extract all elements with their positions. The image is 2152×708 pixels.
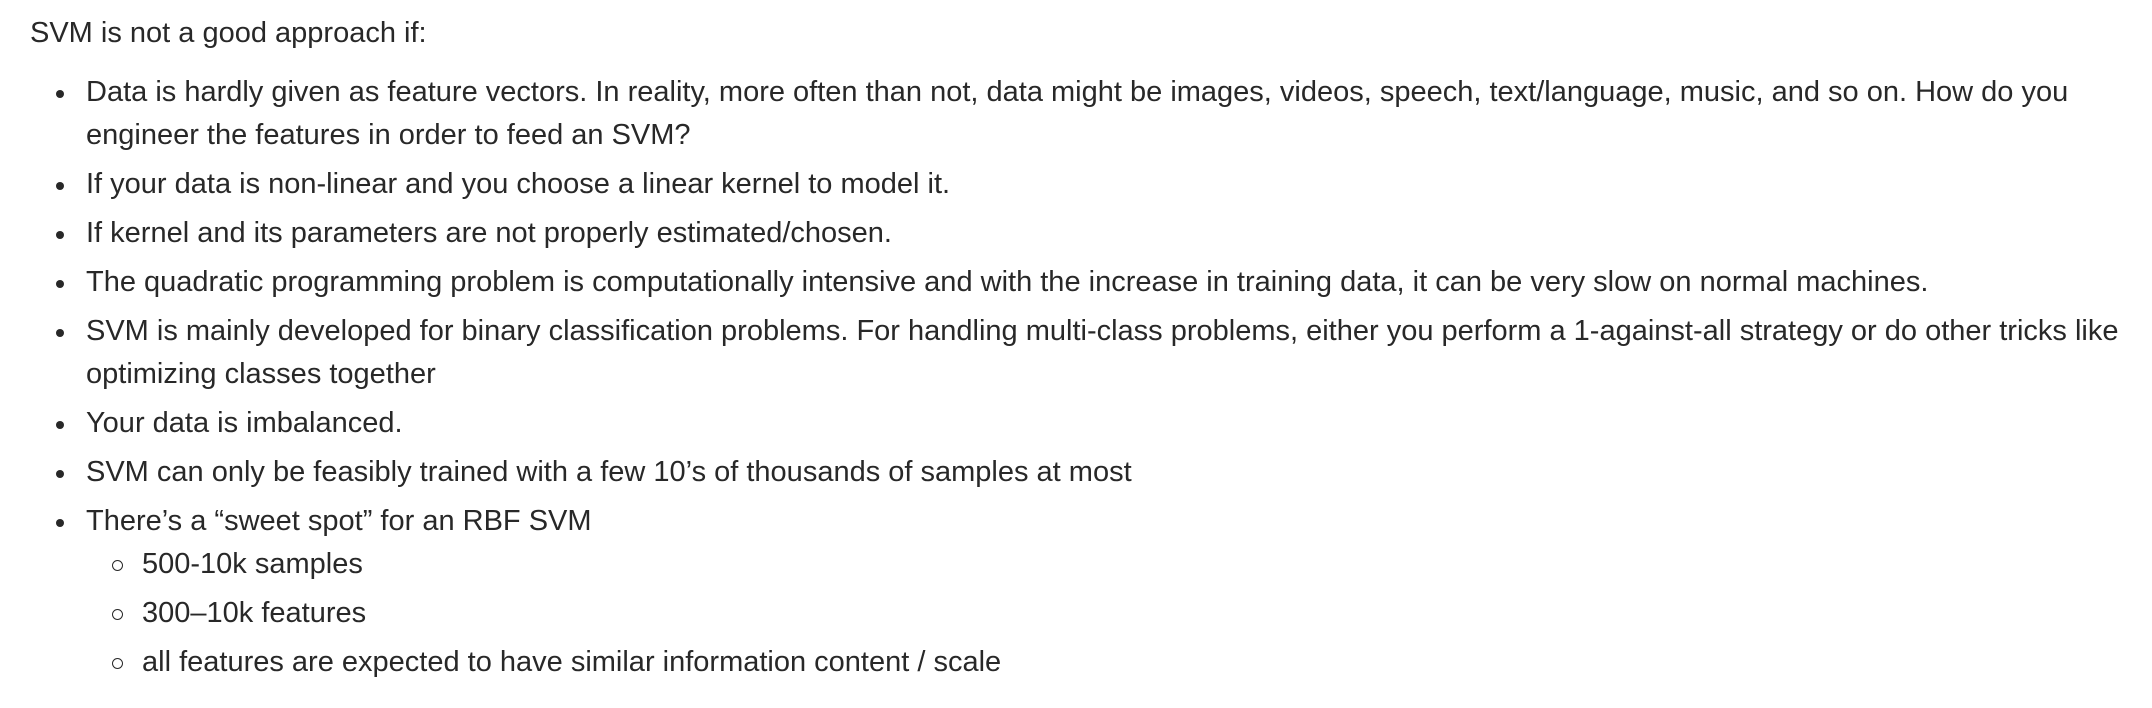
bullet-list: Data is hardly given as feature vectors.… bbox=[30, 71, 2130, 684]
sub-list-item: 500-10k samples bbox=[112, 543, 2130, 586]
list-item: Your data is imbalanced. bbox=[56, 402, 2130, 445]
list-item: Data is hardly given as feature vectors.… bbox=[56, 71, 2130, 157]
list-item: SVM is mainly developed for binary class… bbox=[56, 310, 2130, 396]
intro-text: SVM is not a good approach if: bbox=[30, 17, 427, 49]
sub-list-item: all features are expected to have simila… bbox=[112, 641, 2130, 684]
document-body: SVM is not a good approach if: Data is h… bbox=[30, 12, 2130, 690]
list-item: The quadratic programming problem is com… bbox=[56, 261, 2130, 304]
list-item: If your data is non-linear and you choos… bbox=[56, 163, 2130, 206]
list-item: SVM can only be feasibly trained with a … bbox=[56, 451, 2130, 494]
list-item-sweet-spot: There’s a “sweet spot” for an RBF SVM 50… bbox=[56, 500, 2130, 684]
list-item-text: There’s a “sweet spot” for an RBF SVM bbox=[86, 505, 592, 537]
sub-bullet-list: 500-10k samples 300–10k features all fea… bbox=[86, 543, 2130, 684]
sub-list-item: 300–10k features bbox=[112, 592, 2130, 635]
list-item: If kernel and its parameters are not pro… bbox=[56, 212, 2130, 255]
